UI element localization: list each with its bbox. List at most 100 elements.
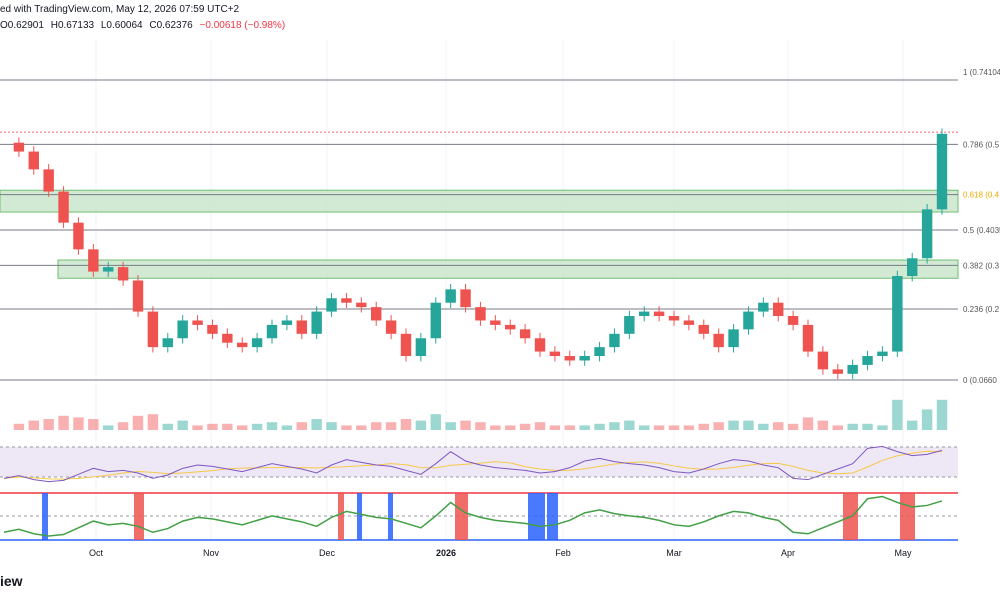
candle-body-32 bbox=[475, 307, 486, 321]
oscillator-panel bbox=[0, 492, 958, 541]
osc-signal-5 bbox=[455, 493, 468, 540]
candle-body-58 bbox=[862, 356, 873, 365]
candle-body-49 bbox=[728, 329, 739, 348]
rsi-panel bbox=[0, 445, 958, 483]
volume-bar-11 bbox=[162, 423, 173, 430]
volume-bar-5 bbox=[73, 417, 84, 430]
chart-canvas[interactable]: 1 (0.74104 0.786 (0.5 0.618 (0.4 0.5 (0.403… bbox=[0, 0, 1000, 600]
volume-bar-52 bbox=[773, 422, 784, 430]
volume-bar-20 bbox=[296, 422, 307, 430]
volume-bar-60 bbox=[892, 399, 903, 430]
volume-bar-61 bbox=[907, 420, 918, 430]
candles-series bbox=[13, 128, 948, 380]
candle-body-44 bbox=[653, 311, 665, 317]
candle-body-12 bbox=[177, 320, 188, 339]
candle-body-10 bbox=[147, 311, 159, 348]
candle-body-28 bbox=[415, 338, 427, 357]
candle-body-40 bbox=[594, 347, 605, 357]
volume-bar-38 bbox=[564, 425, 575, 430]
candle-body-61 bbox=[907, 258, 918, 277]
candle-body-37 bbox=[549, 351, 561, 357]
candle-body-14 bbox=[207, 324, 218, 334]
fib-label-0.5: 0.5 (0.4035 bbox=[963, 226, 1000, 235]
candle-body-34 bbox=[505, 324, 516, 330]
volume-bar-63 bbox=[936, 399, 948, 430]
candle-body-4 bbox=[58, 191, 69, 223]
volume-bar-1 bbox=[13, 423, 25, 430]
fib-label-0: 0 (0.0660 bbox=[963, 376, 997, 385]
candle-body-15 bbox=[222, 333, 233, 343]
candle-body-36 bbox=[534, 338, 546, 352]
fib-label-0.236: 0.236 (0.2 bbox=[963, 305, 1000, 314]
volume-bar-34 bbox=[505, 425, 516, 430]
volume-bar-10 bbox=[147, 414, 159, 430]
osc-signal-0 bbox=[42, 493, 48, 540]
candle-body-41 bbox=[609, 333, 620, 348]
osc-signal-6 bbox=[528, 493, 545, 540]
candle-body-50 bbox=[743, 311, 754, 330]
fib-label-0.382: 0.382 (0.3 bbox=[963, 261, 1000, 270]
volume-bar-9 bbox=[132, 415, 144, 430]
candle-body-42 bbox=[624, 316, 635, 334]
candle-body-7 bbox=[103, 267, 114, 272]
candle-body-17 bbox=[251, 338, 263, 348]
volume-bar-57 bbox=[847, 423, 858, 430]
volume-bar-15 bbox=[222, 423, 233, 430]
candle-body-45 bbox=[668, 316, 680, 321]
volume-bar-35 bbox=[519, 423, 531, 430]
volume-bar-19 bbox=[281, 425, 293, 430]
fib-zone-1 bbox=[57, 259, 959, 279]
volume-bar-18 bbox=[266, 422, 278, 430]
volume-bar-16 bbox=[237, 425, 248, 430]
candle-body-11 bbox=[162, 338, 173, 348]
candle-body-19 bbox=[281, 320, 293, 325]
brand-logo-text: iew bbox=[0, 573, 23, 589]
osc-signal-2 bbox=[338, 493, 344, 540]
osc-signal-1 bbox=[134, 493, 144, 540]
osc-signal-4 bbox=[388, 493, 393, 540]
rsi-band bbox=[0, 447, 958, 477]
osc-signal-9 bbox=[900, 493, 915, 540]
volume-bar-24 bbox=[356, 425, 367, 430]
volume-bar-44 bbox=[653, 425, 665, 430]
x-axis-label-3: 2026 bbox=[436, 548, 456, 558]
volume-bar-6 bbox=[88, 419, 99, 430]
candle-body-2 bbox=[28, 151, 39, 170]
fib-label-0.786: 0.786 (0.5 bbox=[963, 140, 1000, 149]
volume-bar-25 bbox=[371, 422, 382, 430]
volume-panel bbox=[13, 399, 948, 430]
volume-bar-47 bbox=[698, 423, 709, 430]
volume-bar-48 bbox=[713, 422, 724, 430]
volume-bar-30 bbox=[445, 422, 456, 430]
candle-body-31 bbox=[460, 289, 471, 308]
volume-bar-12 bbox=[177, 420, 188, 430]
candle-body-63 bbox=[936, 133, 948, 210]
x-axis-label-5: Mar bbox=[666, 548, 682, 558]
candle-body-24 bbox=[356, 302, 367, 308]
volume-bar-32 bbox=[475, 422, 486, 430]
volume-bar-23 bbox=[341, 425, 352, 430]
candle-body-30 bbox=[445, 289, 456, 303]
osc-signal-3 bbox=[357, 493, 362, 540]
fib-label-1: 1 (0.74104 bbox=[963, 68, 1000, 77]
volume-bar-13 bbox=[192, 425, 203, 430]
candle-body-51 bbox=[758, 302, 769, 312]
candle-body-18 bbox=[266, 324, 278, 339]
candle-body-6 bbox=[88, 249, 99, 272]
candle-body-38 bbox=[564, 356, 575, 361]
volume-bar-22 bbox=[326, 422, 337, 430]
volume-bar-40 bbox=[594, 423, 605, 430]
volume-bar-41 bbox=[609, 422, 620, 430]
candle-body-8 bbox=[117, 267, 129, 281]
volume-bar-29 bbox=[430, 414, 441, 430]
volume-bar-2 bbox=[28, 420, 39, 430]
x-axis-label-0: Oct bbox=[89, 548, 104, 558]
volume-bar-36 bbox=[534, 422, 546, 430]
volume-bar-33 bbox=[490, 425, 501, 430]
candle-body-29 bbox=[430, 302, 441, 339]
volume-bar-28 bbox=[415, 420, 427, 430]
volume-bar-49 bbox=[728, 420, 739, 430]
volume-bar-7 bbox=[103, 425, 114, 430]
candle-body-33 bbox=[490, 320, 501, 325]
osc-signal-7 bbox=[547, 493, 558, 540]
